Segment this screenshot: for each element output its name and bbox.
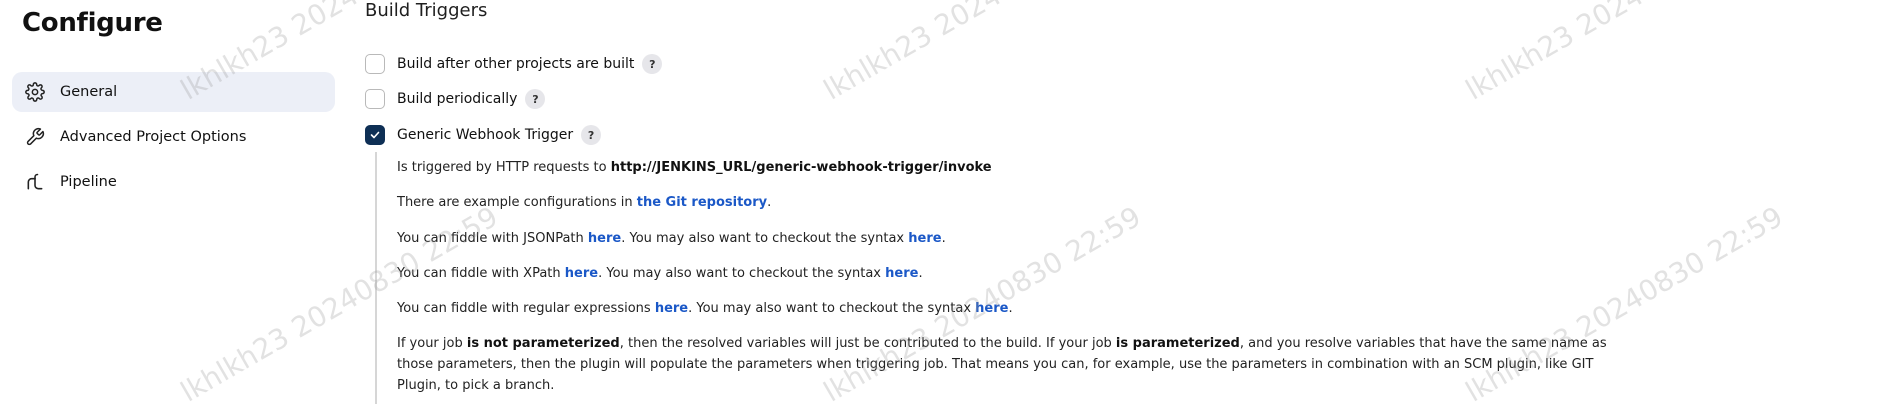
description-text: . <box>1008 301 1013 316</box>
description-text: . <box>941 231 946 246</box>
description-text: . You may also want to checkout the synt… <box>621 231 909 246</box>
sidebar: Configure General Advanced Project Optio… <box>0 0 345 404</box>
wrench-icon <box>22 124 48 150</box>
trigger-label: Build after other projects are built <box>397 56 635 72</box>
watermark: lkhlkh23 20240830 22:59 <box>818 0 1147 107</box>
trigger-build-after-other-projects: Build after other projects are built ? <box>365 52 663 76</box>
pipeline-icon <box>22 169 48 195</box>
build-periodically-checkbox[interactable] <box>365 89 385 109</box>
sidebar-item-label: Pipeline <box>60 174 117 190</box>
trigger-label: Build periodically <box>397 91 518 107</box>
description-bold: is not parameterized <box>466 336 620 351</box>
checkmark-icon <box>370 131 380 139</box>
configure-page: Configure General Advanced Project Optio… <box>0 0 1893 404</box>
sidebar-item-pipeline[interactable]: Pipeline <box>12 162 335 202</box>
description-text: You can fiddle with JSONPath <box>397 231 588 246</box>
description-bold: is parameterized <box>1115 336 1240 351</box>
generic-webhook-trigger-checkbox[interactable] <box>365 125 385 145</box>
description-text: , then the resolved variables will just … <box>619 336 1116 351</box>
jsonpath-syntax-link[interactable]: here <box>908 231 941 246</box>
jsonpath-fiddle-link[interactable]: here <box>588 231 621 246</box>
trigger-label: Generic Webhook Trigger <box>397 127 574 143</box>
regex-fiddle-link[interactable]: here <box>655 301 688 316</box>
regex-syntax-link[interactable]: here <box>975 301 1008 316</box>
xpath-fiddle-link[interactable]: here <box>565 266 598 281</box>
trigger-url: http://JENKINS_URL/generic-webhook-trigg… <box>610 160 992 175</box>
description-text: . <box>918 266 923 281</box>
sidebar-item-label: General <box>60 84 118 100</box>
git-repository-link[interactable]: the Git repository <box>637 195 767 210</box>
description-paragraph-xpath: You can fiddle with XPath here. You may … <box>397 263 1607 284</box>
description-text: Is triggered by HTTP requests to <box>397 160 611 175</box>
description-text: . <box>767 195 772 210</box>
gear-icon <box>22 79 48 105</box>
description-text: You can fiddle with XPath <box>397 266 565 281</box>
watermark: lkhlkh23 20240830 22:59 <box>1460 0 1789 107</box>
description-text: If your job <box>397 336 467 351</box>
description-text: . You may also want to checkout the synt… <box>598 266 886 281</box>
build-after-other-projects-checkbox[interactable] <box>365 54 385 74</box>
sidebar-item-label: Advanced Project Options <box>60 129 247 145</box>
trigger-generic-webhook: Generic Webhook Trigger ? <box>365 123 602 147</box>
help-icon[interactable]: ? <box>525 89 546 109</box>
description-paragraph-examples: There are example configurations in the … <box>397 192 1607 213</box>
description-divider <box>375 152 377 404</box>
help-icon[interactable]: ? <box>581 125 602 145</box>
xpath-syntax-link[interactable]: here <box>885 266 918 281</box>
help-icon[interactable]: ? <box>642 54 663 74</box>
description-paragraph-jsonpath: You can fiddle with JSONPath here. You m… <box>397 228 1607 249</box>
page-title: Configure <box>22 8 163 38</box>
description-text: You can fiddle with regular expressions <box>397 301 655 316</box>
description-paragraph-parameters: If your job is not parameterized, then t… <box>397 333 1607 396</box>
sidebar-item-advanced-project-options[interactable]: Advanced Project Options <box>12 117 335 157</box>
description-paragraph-regex: You can fiddle with regular expressions … <box>397 298 1607 319</box>
description-text: There are example configurations in <box>397 195 637 210</box>
description-text: . You may also want to checkout the synt… <box>688 301 976 316</box>
trigger-build-periodically: Build periodically ? <box>365 87 546 111</box>
description-paragraph-trigger-url: Is triggered by HTTP requests to http://… <box>397 157 1607 178</box>
sidebar-item-general[interactable]: General <box>12 72 335 112</box>
section-title: Build Triggers <box>365 0 488 21</box>
